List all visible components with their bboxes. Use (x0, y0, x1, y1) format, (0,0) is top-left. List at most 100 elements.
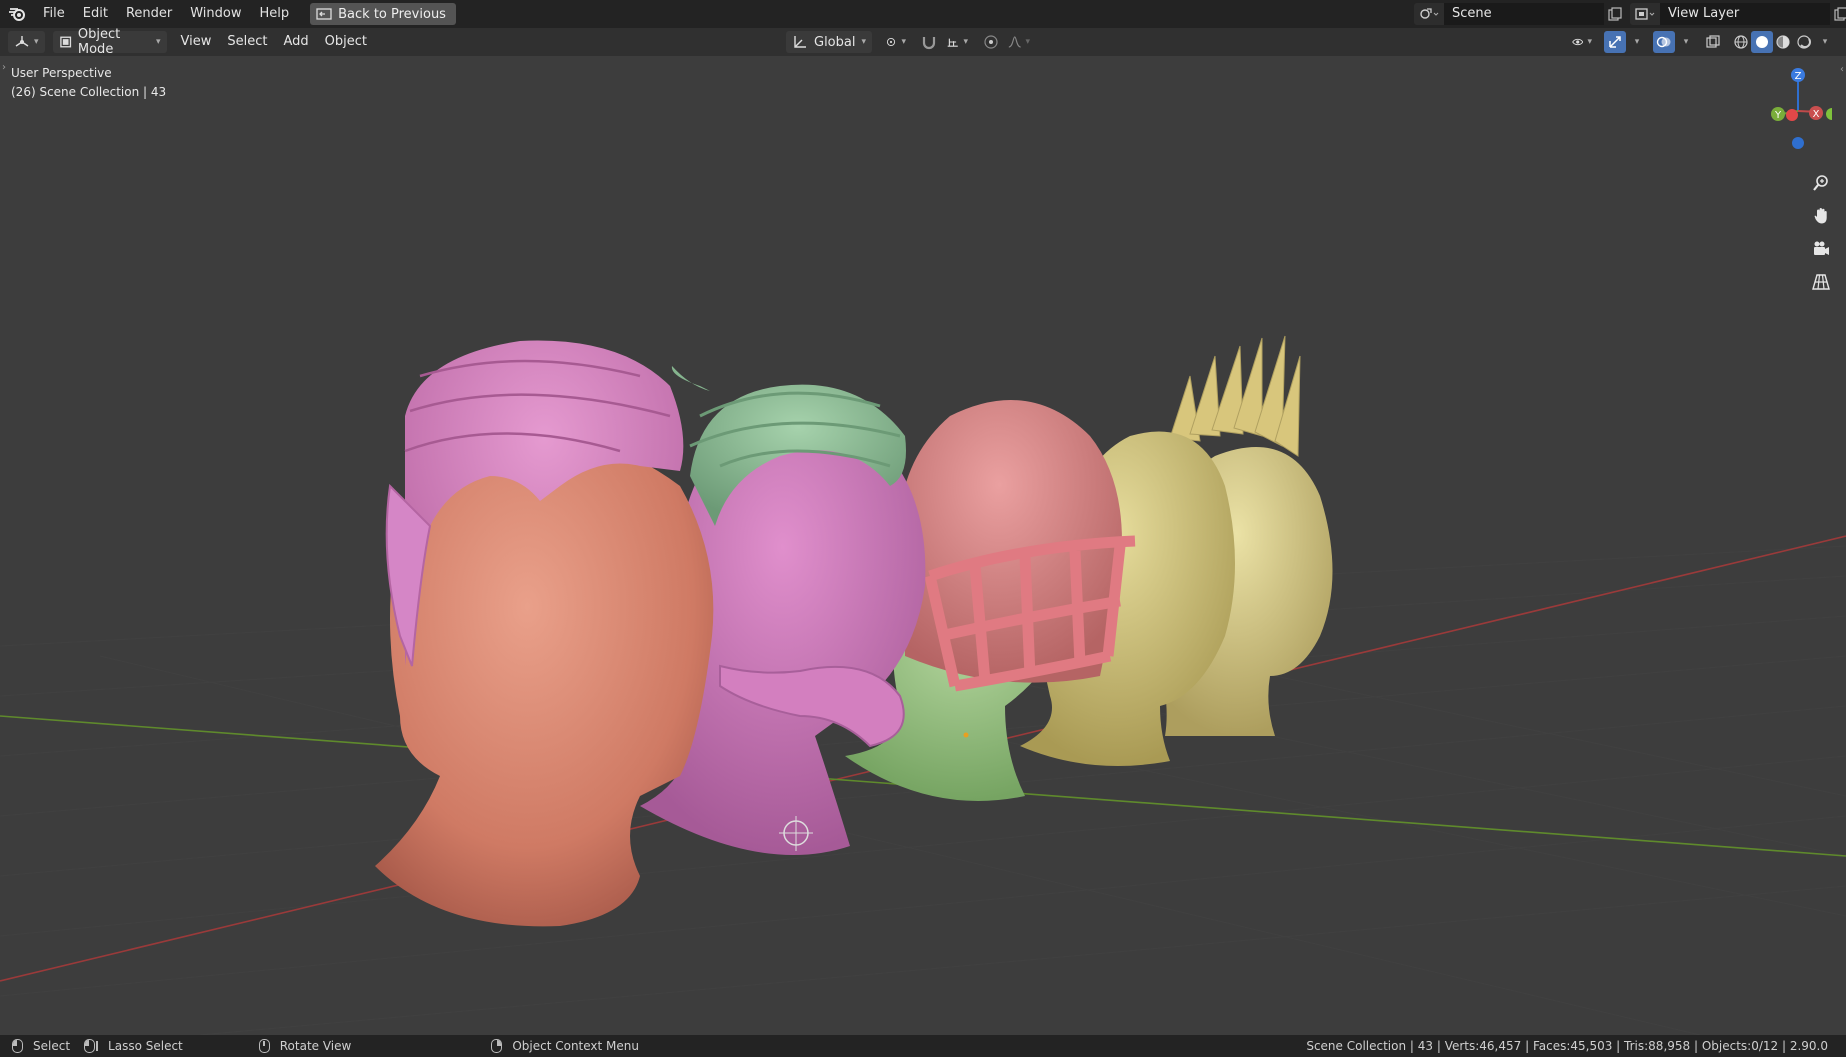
pivot-point-dropdown[interactable]: ▾ (880, 31, 912, 53)
viewport-collection-label: (26) Scene Collection | 43 (11, 85, 167, 99)
transform-orientation-dropdown[interactable]: Global ▾ (786, 31, 872, 53)
magnet-icon (922, 37, 936, 50)
scene-icon (1420, 8, 1439, 19)
gizmo-neg-y-axis[interactable] (1786, 109, 1798, 121)
chevron-down-icon: ▾ (1025, 37, 1030, 47)
status-rotate-hint: Rotate View (258, 1039, 352, 1053)
gizmo-y-label: Y (1774, 110, 1782, 121)
scene-render (0, 335, 1846, 1035)
view-layer-name-field[interactable]: View Layer (1660, 3, 1830, 25)
shading-dropdown[interactable]: ▾ (1814, 31, 1836, 53)
camera-icon (1814, 241, 1829, 255)
status-bar: Select Lasso Select Rotate View Object C… (0, 1035, 1846, 1057)
mouse-left-icon (12, 1039, 23, 1053)
chevron-down-icon: ▾ (1683, 37, 1689, 47)
zoom-button[interactable] (1808, 170, 1834, 196)
solid-sphere-icon (1756, 36, 1768, 48)
status-lasso-hint: Lasso Select (84, 1039, 183, 1053)
snap-target-dropdown[interactable]: ▾ (940, 31, 974, 53)
grid-perspective-icon (1812, 274, 1830, 290)
menu-file[interactable]: File (34, 0, 74, 28)
mouse-middle-icon (258, 1039, 270, 1053)
chevron-down-icon: ▾ (1634, 37, 1640, 47)
menu-object[interactable]: Object (317, 31, 375, 53)
overlays-toggle[interactable] (1653, 31, 1675, 53)
gizmo-toggle[interactable] (1604, 31, 1626, 53)
mouse-right-icon (491, 1039, 503, 1053)
gizmo-z-label: Z (1795, 71, 1802, 82)
status-context-label: Object Context Menu (512, 1039, 639, 1053)
status-lasso-label: Lasso Select (108, 1039, 183, 1053)
object-mode-dropdown[interactable]: Object Mode ▾ (52, 27, 167, 57)
status-select-hint: Select (12, 1039, 70, 1053)
view-layer-icon (1635, 8, 1655, 20)
xray-icon (1706, 35, 1720, 48)
head-front[interactable] (375, 340, 714, 927)
status-context-hint: Object Context Menu (491, 1039, 639, 1053)
rendered-sphere-icon (1797, 35, 1811, 49)
menu-add[interactable]: Add (276, 31, 317, 53)
menu-edit[interactable]: Edit (74, 0, 117, 28)
shading-material-button[interactable] (1772, 31, 1794, 53)
view-layer-browse-button[interactable] (1630, 3, 1660, 25)
menu-window[interactable]: Window (181, 0, 250, 28)
chevron-down-icon: ▾ (861, 37, 866, 47)
gizmo-dropdown[interactable]: ▾ (1626, 31, 1648, 53)
duplicate-icon (1834, 7, 1846, 21)
menu-view[interactable]: View (173, 31, 220, 53)
gizmo-neg-x-axis[interactable] (1826, 108, 1832, 120)
gizmo-x-label: X (1813, 109, 1820, 120)
blender-logo-icon[interactable] (0, 0, 34, 28)
proportional-editing-toggle[interactable] (980, 31, 1002, 53)
back-to-previous-button[interactable]: Back to Previous (310, 3, 456, 25)
viewport-perspective-label: User Perspective (11, 66, 112, 80)
transform-orientation-label: Global (814, 34, 856, 50)
object-mode-icon (59, 36, 71, 48)
gizmo-neg-z-axis[interactable] (1792, 137, 1804, 149)
status-select-label: Select (33, 1039, 71, 1053)
pan-button[interactable] (1808, 203, 1834, 229)
gizmo-icon (1609, 36, 1621, 48)
scene-browse-button[interactable] (1414, 3, 1444, 25)
menu-help[interactable]: Help (251, 0, 299, 28)
object-mode-label: Object Mode (77, 27, 121, 57)
top-menu-bar: File Edit Render Window Help Back to Pre… (0, 0, 1846, 28)
editor-type-button[interactable]: ▾ (8, 31, 45, 53)
duplicate-icon (1608, 7, 1622, 21)
view-layer-selector: View Layer ✕ (1630, 3, 1846, 25)
zoom-icon (1813, 175, 1828, 191)
ortho-toggle-button[interactable] (1808, 269, 1834, 295)
shading-rendered-button[interactable] (1793, 31, 1815, 53)
navigation-gizmo[interactable]: Z X Y (1742, 64, 1832, 164)
visibility-dropdown[interactable]: ▾ (1566, 31, 1598, 53)
pivot-icon (886, 37, 896, 47)
menu-render[interactable]: Render (117, 0, 181, 28)
proportional-falloff-dropdown[interactable]: ▾ (1002, 31, 1036, 53)
scene-name-field[interactable]: Scene (1444, 3, 1604, 25)
overlays-icon (1656, 36, 1671, 48)
back-to-previous-label: Back to Previous (338, 6, 446, 22)
view-layer-new-button[interactable] (1830, 3, 1846, 25)
status-rotate-label: Rotate View (279, 1039, 352, 1053)
3d-viewport-icon (15, 36, 29, 47)
overlays-dropdown[interactable]: ▾ (1675, 31, 1697, 53)
falloff-curve-icon (1008, 36, 1021, 48)
hand-icon (1814, 208, 1827, 224)
snap-toggle[interactable] (918, 31, 940, 53)
eye-icon (1572, 38, 1584, 46)
chevron-down-icon: ▾ (1587, 37, 1592, 47)
toolbar-expand-arrow[interactable]: › (2, 62, 6, 73)
xray-toggle[interactable] (1702, 31, 1724, 53)
sidebar-expand-arrow[interactable]: ‹ (1840, 64, 1844, 75)
shading-solid-button[interactable] (1751, 31, 1773, 53)
wireframe-sphere-icon (1734, 35, 1748, 49)
3d-viewport[interactable]: User Perspective (26) Scene Collection |… (0, 56, 1846, 1035)
camera-view-button[interactable] (1808, 236, 1834, 262)
menu-select[interactable]: Select (219, 31, 275, 53)
shading-wireframe-button[interactable] (1730, 31, 1752, 53)
scene-new-button[interactable] (1604, 3, 1626, 25)
material-sphere-icon (1776, 35, 1790, 49)
chevron-down-icon: ▾ (1822, 37, 1828, 47)
chevron-down-icon: ▾ (901, 37, 906, 47)
screen-back-icon (316, 7, 332, 20)
